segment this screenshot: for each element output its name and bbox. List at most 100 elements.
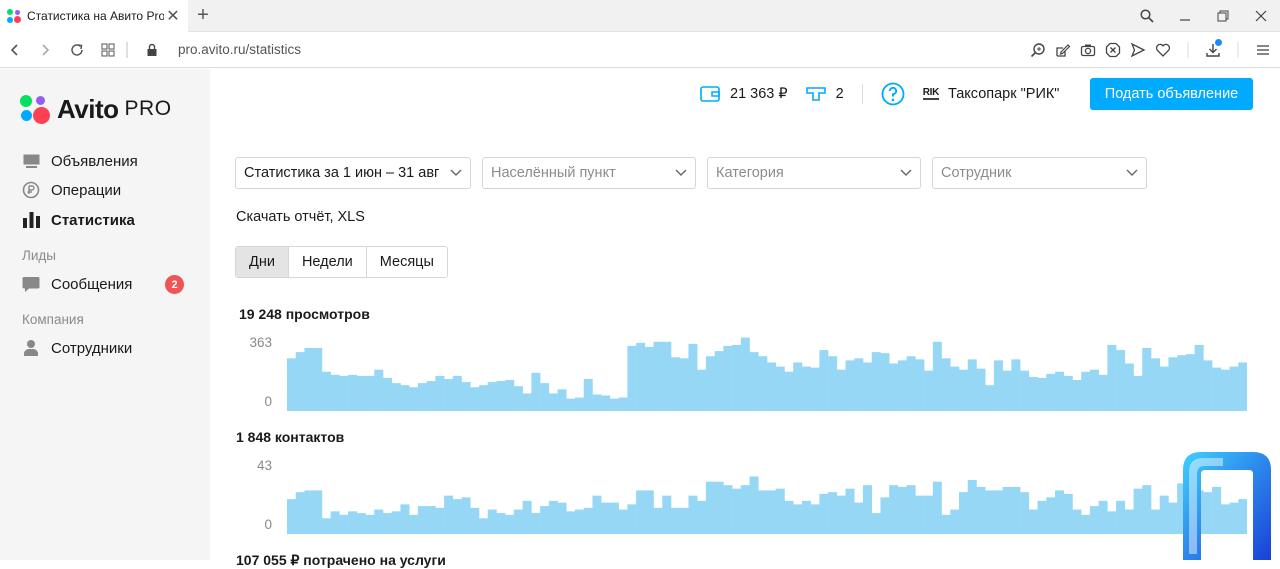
chart-bar[interactable] [740,337,750,411]
chart-bar[interactable] [863,485,873,534]
chart-bar[interactable] [1002,486,1012,534]
chart-bar[interactable] [383,377,393,411]
chart-bar[interactable] [714,351,724,411]
chart-bar[interactable] [889,485,899,534]
chart-bar[interactable] [784,371,794,411]
chart-bar[interactable] [313,490,323,534]
chart-bar[interactable] [636,490,646,534]
chart-bar[interactable] [1124,363,1134,411]
menu-icon[interactable] [1252,39,1274,61]
chart-bar[interactable] [828,492,838,534]
chart-bar[interactable] [967,479,977,534]
chart-bar[interactable] [304,490,314,534]
chart-bar[interactable] [470,507,480,534]
chart-bar[interactable] [1028,509,1038,534]
chart-bar[interactable] [749,352,759,411]
chart-bar[interactable] [749,476,759,534]
chart-bar[interactable] [417,383,427,411]
chart-bar[interactable] [810,504,820,534]
chart-bar[interactable] [950,366,960,411]
chart-bar[interactable] [959,492,969,534]
chart-bar[interactable] [575,397,585,411]
chart-bar[interactable] [304,347,314,411]
chart-bar[interactable] [697,500,707,534]
avito-pro-logo[interactable]: Avito PRO [20,93,172,125]
chart-bar[interactable] [1046,373,1056,411]
chart-bar[interactable] [505,514,515,534]
chart-bar[interactable] [1133,488,1143,534]
chart-bar[interactable] [1124,509,1134,534]
chart-bar[interactable] [854,502,864,534]
chart-bar[interactable] [897,360,907,411]
chart-bar[interactable] [924,495,934,534]
chart-bar[interactable] [513,386,523,411]
chart-bar[interactable] [906,356,916,411]
chart-bar[interactable] [924,370,934,411]
chart-bar[interactable] [365,375,375,411]
chart-bar[interactable] [321,371,331,411]
chart-bar[interactable] [801,500,811,534]
chart-bar[interactable] [583,378,593,411]
chart-bar[interactable] [967,359,977,411]
chart-bar[interactable] [985,490,995,534]
chart-bar[interactable] [993,490,1003,534]
chart-bar[interactable] [1203,360,1213,411]
chart-bar[interactable] [793,362,803,411]
chart-bar[interactable] [863,362,873,411]
chart-bar[interactable] [653,507,663,534]
chart-bar[interactable] [496,513,506,534]
chart-bar[interactable] [636,342,646,411]
chart-bar[interactable] [793,504,803,534]
sidebar-item-statistics[interactable]: Статистика [22,208,202,232]
promo-counter[interactable]: 2 [805,86,844,102]
chart-bar[interactable] [1229,366,1239,411]
chart-bar[interactable] [426,506,436,534]
chart-bar[interactable] [1020,492,1030,534]
chart-bar[interactable] [1046,497,1056,534]
chart-bar[interactable] [993,360,1003,411]
chart-bar[interactable] [391,383,401,411]
chart-bar[interactable] [1020,370,1030,411]
chart-bar[interactable] [435,375,445,411]
chart-bar[interactable] [897,486,907,534]
camera-icon[interactable] [1077,39,1099,61]
chart-bar[interactable] [592,394,602,411]
chart-bar[interactable] [592,495,602,534]
chart-bar[interactable] [479,518,489,534]
chart-bar[interactable] [374,369,384,411]
chart-bar[interactable] [1168,502,1178,534]
chart-bar[interactable] [383,513,393,534]
sidebar-item-operations[interactable]: Операции [22,178,202,202]
forward-icon[interactable] [34,39,56,61]
chart-bar[interactable] [1081,514,1091,534]
chart-bar[interactable] [880,497,890,534]
chart-bar[interactable] [688,495,698,534]
chart-bar[interactable] [461,497,471,534]
chart-bar[interactable] [854,358,864,411]
chart-bar[interactable] [505,380,515,411]
period-select[interactable]: Статистика за 1 июн – 31 авг [235,157,471,189]
new-tab-icon[interactable]: + [192,4,214,26]
chart-bar[interactable] [662,495,672,534]
chart-bar[interactable] [400,504,410,534]
chart-bar[interactable] [1107,344,1117,411]
chart-bar[interactable] [409,387,419,411]
chart-bar[interactable] [1212,367,1222,411]
chart-bar[interactable] [1081,371,1091,411]
chart-bar[interactable] [679,358,689,411]
chart-bar[interactable] [784,500,794,534]
employee-select[interactable]: Сотрудник [932,157,1147,189]
chart-bar[interactable] [1220,369,1230,411]
chart-bar[interactable] [1072,509,1082,534]
reload-icon[interactable] [66,39,88,61]
download-report-link[interactable]: Скачать отчёт, XLS [236,209,365,225]
chart-bar[interactable] [1238,362,1247,411]
lock-icon[interactable] [146,43,158,62]
chart-bar[interactable] [915,495,925,534]
chart-bar[interactable] [819,350,829,411]
chart-bar[interactable] [627,504,637,534]
chart-bar[interactable] [723,485,733,534]
chart-bar[interactable] [662,341,672,411]
send-icon[interactable] [1127,39,1149,61]
chart-bar[interactable] [976,368,986,411]
